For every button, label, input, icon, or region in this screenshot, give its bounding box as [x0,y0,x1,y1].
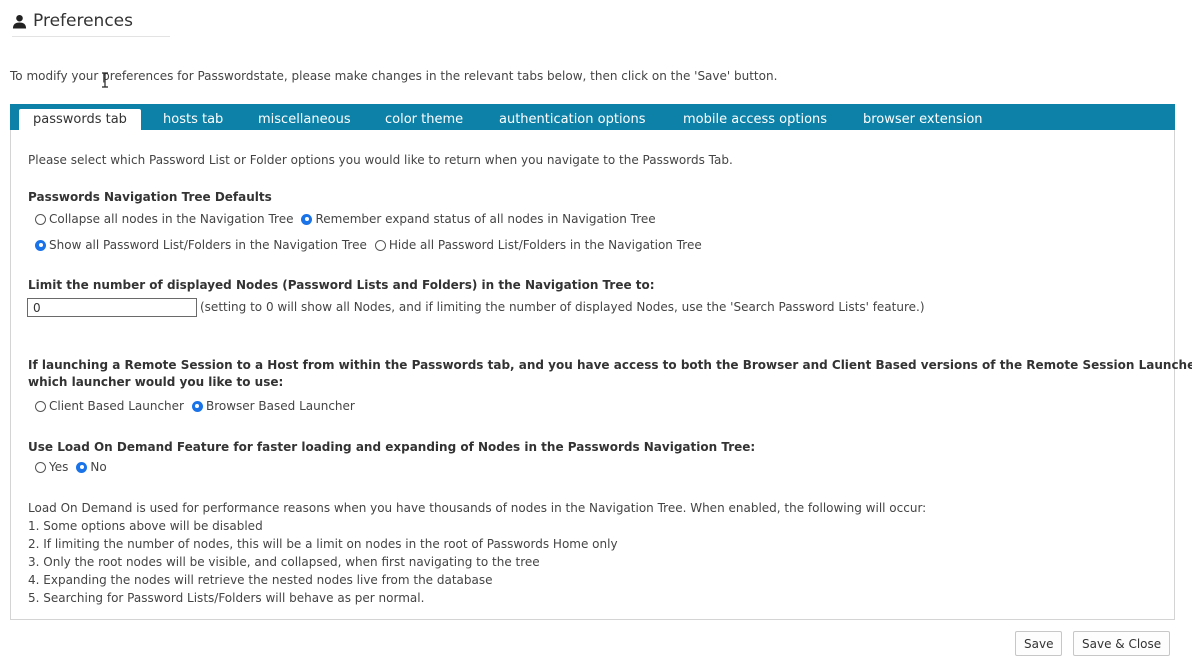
launcher-options-row: Client Based Launcher Browser Based Laun… [35,399,363,413]
remote-session-heading: If launching a Remote Session to a Host … [28,358,1192,372]
limit-hint: (setting to 0 will show all Nodes, and i… [200,300,925,314]
collapse-all-label: Collapse all nodes in the Navigation Tre… [49,212,294,226]
page-header: Preferences [12,6,170,37]
show-options-row: Show all Password List/Folders in the Na… [35,238,710,252]
remember-expand-radio[interactable] [301,213,313,225]
show-all-label: Show all Password List/Folders in the Na… [49,238,367,252]
lod-note: 5. Searching for Password Lists/Folders … [28,591,425,605]
lod-note: 1. Some options above will be disabled [28,519,263,533]
lod-note: Load On Demand is used for performance r… [28,501,927,515]
text-cursor-icon [102,72,108,88]
limit-heading: Limit the number of displayed Nodes (Pas… [28,278,655,292]
expand-options-row: Collapse all nodes in the Navigation Tre… [35,212,664,226]
tab-color-theme[interactable]: color theme [385,109,463,130]
preferences-panel: passwords tab hosts tab miscellaneous co… [10,104,1192,620]
user-icon [12,14,27,29]
tab-passwords[interactable]: passwords tab [19,109,141,130]
load-on-demand-heading: Use Load On Demand Feature for faster lo… [28,440,756,454]
show-all-radio[interactable] [35,239,46,251]
node-limit-input[interactable] [27,298,197,317]
tab-bar: passwords tab hosts tab miscellaneous co… [10,104,1175,130]
client-launcher-label: Client Based Launcher [49,399,184,413]
lod-yes-radio[interactable] [35,461,46,473]
save-button[interactable]: Save [1015,631,1063,656]
browser-launcher-label: Browser Based Launcher [205,399,355,413]
load-on-demand-options-row: Yes No [35,460,115,474]
tab-authentication-options[interactable]: authentication options [499,109,646,130]
remote-session-heading-2: which launcher would you like to use: [28,375,284,389]
lod-note: 4. Expanding the nodes will retrieve the… [28,573,493,587]
nav-tree-heading: Passwords Navigation Tree Defaults [28,190,272,204]
lod-note: 2. If limiting the number of nodes, this… [28,537,618,551]
lod-no-label: No [90,460,107,474]
tab-mobile-access-options[interactable]: mobile access options [683,109,827,130]
lod-no-radio[interactable] [76,461,88,473]
hide-all-label: Hide all Password List/Folders in the Na… [388,238,702,252]
browser-launcher-radio[interactable] [191,400,203,412]
remember-expand-label: Remember expand status of all nodes in N… [315,212,656,226]
tab-miscellaneous[interactable]: miscellaneous [258,109,351,130]
tab-hosts[interactable]: hosts tab [163,109,223,130]
client-launcher-radio[interactable] [35,400,46,412]
lod-yes-label: Yes [49,460,69,474]
collapse-all-radio[interactable] [35,213,46,225]
lod-note: 3. Only the root nodes will be visible, … [28,555,540,569]
page-title: Preferences [33,11,133,31]
hide-all-radio[interactable] [374,239,386,251]
intro-text: To modify your preferences for Passwords… [10,69,778,83]
tab-description: Please select which Password List or Fol… [28,153,733,167]
tab-browser-extension[interactable]: browser extension [863,109,983,130]
save-close-button[interactable]: Save & Close [1073,631,1171,656]
